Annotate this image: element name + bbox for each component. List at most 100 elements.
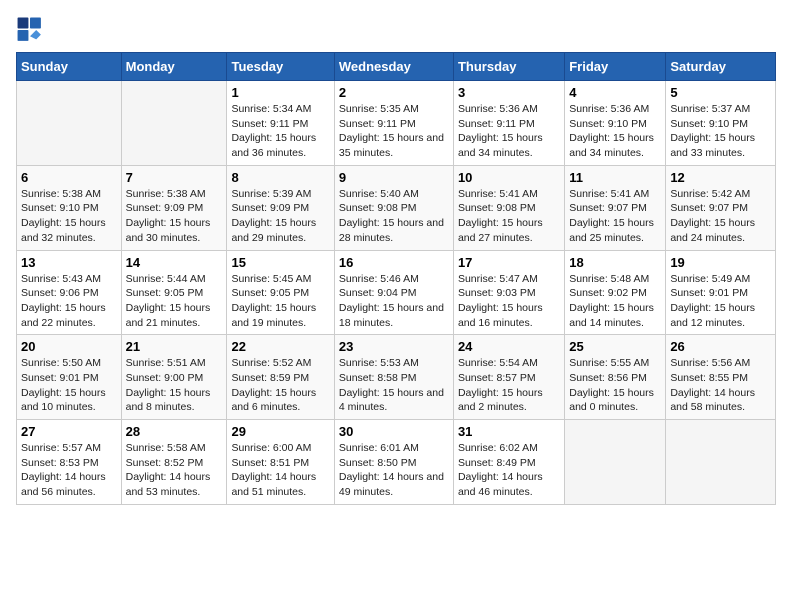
calendar-cell: 16 Sunrise: 5:46 AMSunset: 9:04 PMDaylig… [334,250,453,335]
calendar-cell: 2 Sunrise: 5:35 AMSunset: 9:11 PMDayligh… [334,81,453,166]
day-number: 28 [126,424,223,439]
day-info: Sunrise: 5:46 AMSunset: 9:04 PMDaylight:… [339,272,449,331]
day-number: 24 [458,339,560,354]
calendar-cell: 27 Sunrise: 5:57 AMSunset: 8:53 PMDaylig… [17,420,122,505]
day-info: Sunrise: 6:01 AMSunset: 8:50 PMDaylight:… [339,441,449,500]
page-header [16,16,776,44]
calendar-cell: 19 Sunrise: 5:49 AMSunset: 9:01 PMDaylig… [666,250,776,335]
calendar-cell: 13 Sunrise: 5:43 AMSunset: 9:06 PMDaylig… [17,250,122,335]
calendar-cell [17,81,122,166]
day-info: Sunrise: 5:41 AMSunset: 9:07 PMDaylight:… [569,187,661,246]
day-info: Sunrise: 5:38 AMSunset: 9:10 PMDaylight:… [21,187,117,246]
day-number: 27 [21,424,117,439]
calendar-cell: 7 Sunrise: 5:38 AMSunset: 9:09 PMDayligh… [121,165,227,250]
calendar-cell: 26 Sunrise: 5:56 AMSunset: 8:55 PMDaylig… [666,335,776,420]
day-info: Sunrise: 5:43 AMSunset: 9:06 PMDaylight:… [21,272,117,331]
calendar-cell: 18 Sunrise: 5:48 AMSunset: 9:02 PMDaylig… [565,250,666,335]
header-day: Thursday [453,53,564,81]
day-number: 3 [458,85,560,100]
logo-icon [16,16,44,44]
day-info: Sunrise: 5:44 AMSunset: 9:05 PMDaylight:… [126,272,223,331]
calendar-cell: 31 Sunrise: 6:02 AMSunset: 8:49 PMDaylig… [453,420,564,505]
header-day: Sunday [17,53,122,81]
day-number: 8 [231,170,329,185]
day-info: Sunrise: 5:58 AMSunset: 8:52 PMDaylight:… [126,441,223,500]
calendar-cell: 6 Sunrise: 5:38 AMSunset: 9:10 PMDayligh… [17,165,122,250]
day-info: Sunrise: 5:42 AMSunset: 9:07 PMDaylight:… [670,187,771,246]
day-info: Sunrise: 6:00 AMSunset: 8:51 PMDaylight:… [231,441,329,500]
day-number: 20 [21,339,117,354]
day-number: 23 [339,339,449,354]
day-number: 18 [569,255,661,270]
calendar-cell: 24 Sunrise: 5:54 AMSunset: 8:57 PMDaylig… [453,335,564,420]
day-number: 29 [231,424,329,439]
day-number: 5 [670,85,771,100]
calendar-cell: 15 Sunrise: 5:45 AMSunset: 9:05 PMDaylig… [227,250,334,335]
day-number: 16 [339,255,449,270]
calendar-cell: 21 Sunrise: 5:51 AMSunset: 9:00 PMDaylig… [121,335,227,420]
calendar-row: 1 Sunrise: 5:34 AMSunset: 9:11 PMDayligh… [17,81,776,166]
calendar-cell: 17 Sunrise: 5:47 AMSunset: 9:03 PMDaylig… [453,250,564,335]
logo [16,16,48,44]
day-number: 10 [458,170,560,185]
calendar-cell: 5 Sunrise: 5:37 AMSunset: 9:10 PMDayligh… [666,81,776,166]
day-number: 26 [670,339,771,354]
day-number: 22 [231,339,329,354]
calendar-table: SundayMondayTuesdayWednesdayThursdayFrid… [16,52,776,505]
calendar-cell: 12 Sunrise: 5:42 AMSunset: 9:07 PMDaylig… [666,165,776,250]
day-number: 30 [339,424,449,439]
day-info: Sunrise: 5:38 AMSunset: 9:09 PMDaylight:… [126,187,223,246]
calendar-cell [121,81,227,166]
calendar-cell: 20 Sunrise: 5:50 AMSunset: 9:01 PMDaylig… [17,335,122,420]
calendar-row: 13 Sunrise: 5:43 AMSunset: 9:06 PMDaylig… [17,250,776,335]
day-info: Sunrise: 6:02 AMSunset: 8:49 PMDaylight:… [458,441,560,500]
calendar-cell: 29 Sunrise: 6:00 AMSunset: 8:51 PMDaylig… [227,420,334,505]
calendar-cell: 23 Sunrise: 5:53 AMSunset: 8:58 PMDaylig… [334,335,453,420]
day-info: Sunrise: 5:52 AMSunset: 8:59 PMDaylight:… [231,356,329,415]
calendar-cell [666,420,776,505]
day-number: 15 [231,255,329,270]
calendar-cell: 8 Sunrise: 5:39 AMSunset: 9:09 PMDayligh… [227,165,334,250]
day-number: 1 [231,85,329,100]
header-day: Saturday [666,53,776,81]
day-number: 6 [21,170,117,185]
header-row: SundayMondayTuesdayWednesdayThursdayFrid… [17,53,776,81]
day-number: 4 [569,85,661,100]
day-info: Sunrise: 5:47 AMSunset: 9:03 PMDaylight:… [458,272,560,331]
calendar-cell: 22 Sunrise: 5:52 AMSunset: 8:59 PMDaylig… [227,335,334,420]
day-number: 12 [670,170,771,185]
calendar-cell: 1 Sunrise: 5:34 AMSunset: 9:11 PMDayligh… [227,81,334,166]
calendar-cell: 30 Sunrise: 6:01 AMSunset: 8:50 PMDaylig… [334,420,453,505]
day-number: 11 [569,170,661,185]
day-info: Sunrise: 5:36 AMSunset: 9:10 PMDaylight:… [569,102,661,161]
day-info: Sunrise: 5:57 AMSunset: 8:53 PMDaylight:… [21,441,117,500]
calendar-row: 27 Sunrise: 5:57 AMSunset: 8:53 PMDaylig… [17,420,776,505]
day-info: Sunrise: 5:55 AMSunset: 8:56 PMDaylight:… [569,356,661,415]
header-day: Monday [121,53,227,81]
day-info: Sunrise: 5:37 AMSunset: 9:10 PMDaylight:… [670,102,771,161]
day-info: Sunrise: 5:45 AMSunset: 9:05 PMDaylight:… [231,272,329,331]
day-number: 9 [339,170,449,185]
calendar-row: 6 Sunrise: 5:38 AMSunset: 9:10 PMDayligh… [17,165,776,250]
day-info: Sunrise: 5:41 AMSunset: 9:08 PMDaylight:… [458,187,560,246]
day-number: 7 [126,170,223,185]
header-day: Wednesday [334,53,453,81]
day-info: Sunrise: 5:35 AMSunset: 9:11 PMDaylight:… [339,102,449,161]
calendar-cell: 28 Sunrise: 5:58 AMSunset: 8:52 PMDaylig… [121,420,227,505]
calendar-cell: 11 Sunrise: 5:41 AMSunset: 9:07 PMDaylig… [565,165,666,250]
day-number: 14 [126,255,223,270]
day-info: Sunrise: 5:40 AMSunset: 9:08 PMDaylight:… [339,187,449,246]
day-number: 17 [458,255,560,270]
header-day: Tuesday [227,53,334,81]
calendar-cell: 3 Sunrise: 5:36 AMSunset: 9:11 PMDayligh… [453,81,564,166]
day-info: Sunrise: 5:53 AMSunset: 8:58 PMDaylight:… [339,356,449,415]
calendar-cell: 25 Sunrise: 5:55 AMSunset: 8:56 PMDaylig… [565,335,666,420]
day-number: 25 [569,339,661,354]
calendar-cell: 4 Sunrise: 5:36 AMSunset: 9:10 PMDayligh… [565,81,666,166]
calendar-cell: 10 Sunrise: 5:41 AMSunset: 9:08 PMDaylig… [453,165,564,250]
header-day: Friday [565,53,666,81]
day-info: Sunrise: 5:36 AMSunset: 9:11 PMDaylight:… [458,102,560,161]
day-number: 2 [339,85,449,100]
calendar-row: 20 Sunrise: 5:50 AMSunset: 9:01 PMDaylig… [17,335,776,420]
day-info: Sunrise: 5:48 AMSunset: 9:02 PMDaylight:… [569,272,661,331]
